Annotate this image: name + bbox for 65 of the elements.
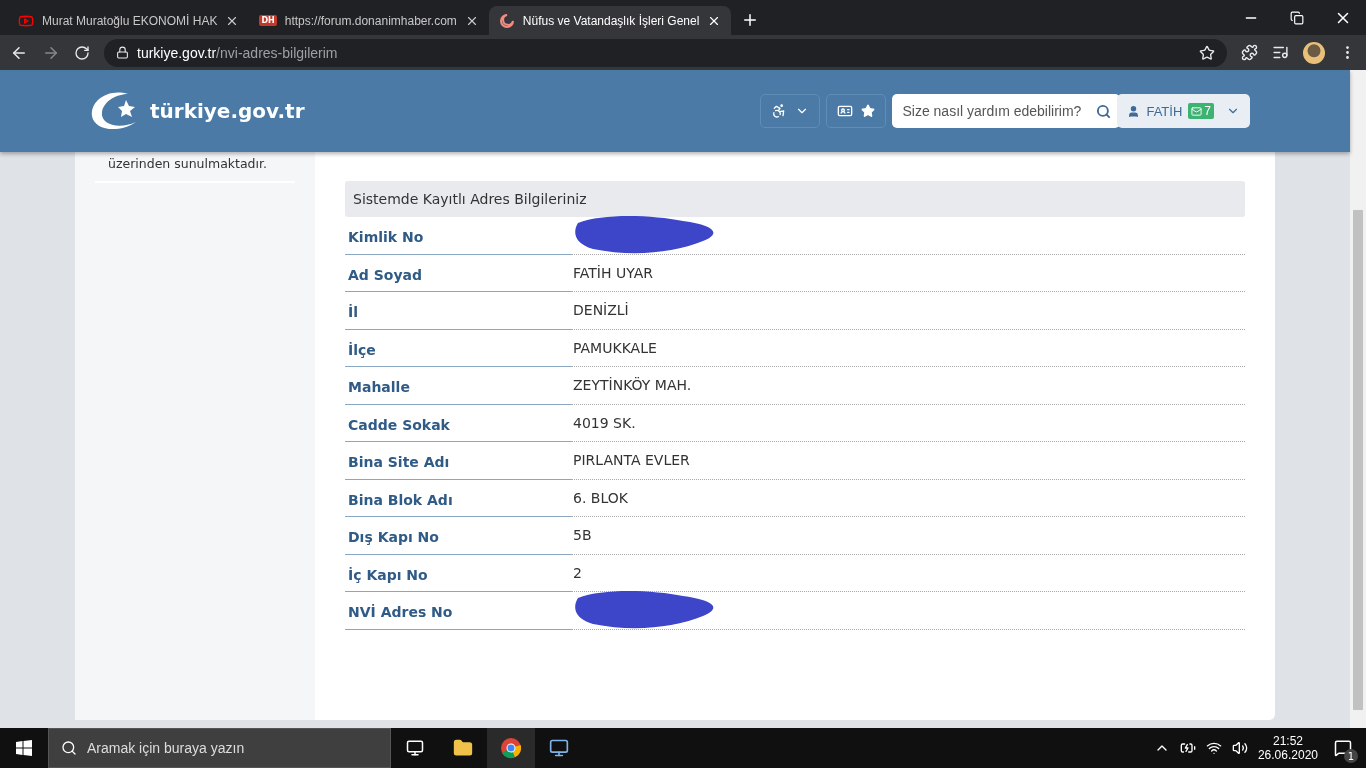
user-icon [1127, 104, 1141, 118]
star-icon [861, 104, 876, 118]
browser-tab[interactable]: Murat Muratoğlu EKONOMİ HAK [8, 6, 250, 35]
media-icon[interactable] [1272, 44, 1289, 61]
battery-icon[interactable] [1179, 740, 1196, 756]
field-value: PAMUKKALE [573, 339, 657, 356]
field-label: Dış Kapı No [345, 517, 571, 555]
clock[interactable]: 21:52 26.06.2020 [1257, 734, 1318, 762]
notifications-button[interactable]: 1 [1328, 733, 1358, 763]
field-value: 6. BLOK [573, 489, 628, 506]
favorites-button[interactable] [826, 94, 887, 128]
site-logo[interactable]: türkiye.gov.tr [88, 86, 305, 136]
field-label: Cadde Sokak [345, 404, 571, 442]
url-host: turkiye.gov.tr [137, 44, 217, 61]
volume-icon[interactable] [1231, 740, 1248, 756]
field-label: Kimlik No [345, 217, 571, 255]
restore-icon[interactable] [1290, 10, 1304, 25]
sidebar-text: üzerinden sunulmaktadır. [95, 152, 295, 183]
field-label: Bina Blok Adı [345, 479, 571, 517]
site-icon: DH [259, 15, 277, 26]
field-value: ZEYTİNKÖY MAH. [573, 377, 692, 394]
reload-icon[interactable] [74, 44, 90, 61]
windows-icon[interactable] [16, 740, 32, 756]
mail-icon [1191, 105, 1203, 117]
field-label: Mahalle [345, 367, 571, 405]
field-label: NVİ Adres No [345, 592, 571, 630]
accessibility-button[interactable] [760, 94, 821, 128]
field-value: FATİH UYAR [573, 264, 653, 281]
tab-title: https://forum.donanimhaber.com [284, 13, 457, 28]
field-value: PIRLANTA EVLER [573, 452, 690, 469]
url-path: /nvi-adres-bilgilerim [216, 44, 338, 61]
crescent-icon [498, 12, 515, 29]
extensions-icon[interactable] [1241, 44, 1258, 61]
field-value: 5B [573, 527, 592, 544]
notification-count: 1 [1344, 749, 1358, 763]
message-number: 7 [1204, 104, 1211, 118]
avatar[interactable] [1303, 41, 1325, 64]
browser-tab[interactable]: Nüfus ve Vatandaşlık İşleri Genel [488, 6, 732, 35]
address-bar[interactable]: turkiye.gov.tr/nvi-adres-bilgilerim [104, 38, 1227, 67]
taskbar-search-field[interactable]: Aramak için buraya yazın [48, 728, 391, 768]
browser-icon[interactable] [500, 737, 522, 759]
wifi-icon[interactable] [1205, 740, 1222, 756]
browser-tab[interactable]: DH https://forum.donanimhaber.com [249, 6, 489, 35]
search-field[interactable]: Size nasıl yardım edebilirim? [892, 94, 1121, 128]
tab-title: Nüfus ve Vatandaşlık İşleri Genel [522, 13, 700, 28]
scrollbar[interactable] [1350, 70, 1366, 728]
user-menu-button[interactable]: FATİH 7 [1117, 94, 1250, 128]
field-value: 2 [573, 564, 582, 581]
lock-icon [116, 46, 129, 59]
field-label: Bina Site Adı [345, 442, 571, 480]
field-value: DENİZLİ [573, 302, 629, 319]
computer-icon[interactable] [549, 738, 569, 758]
field-label: İl [345, 292, 571, 330]
field-label: İç Kapı No [345, 554, 571, 592]
task-view-icon[interactable] [406, 739, 424, 757]
folder-icon[interactable] [453, 738, 473, 758]
field-label: İlçe [345, 329, 571, 367]
user-name: FATİH [1146, 103, 1183, 119]
tab-title: Murat Muratoğlu EKONOMİ HAK [42, 13, 218, 28]
panel-title: Sistemde Kayıtlı Adres Bilgileriniz [345, 181, 1245, 217]
field-label: Ad Soyad [345, 254, 571, 292]
id-card-icon [837, 103, 854, 119]
search-icon [61, 740, 77, 756]
bookmark-icon[interactable] [1199, 44, 1215, 61]
field-value: 4019 SK. [573, 414, 636, 431]
